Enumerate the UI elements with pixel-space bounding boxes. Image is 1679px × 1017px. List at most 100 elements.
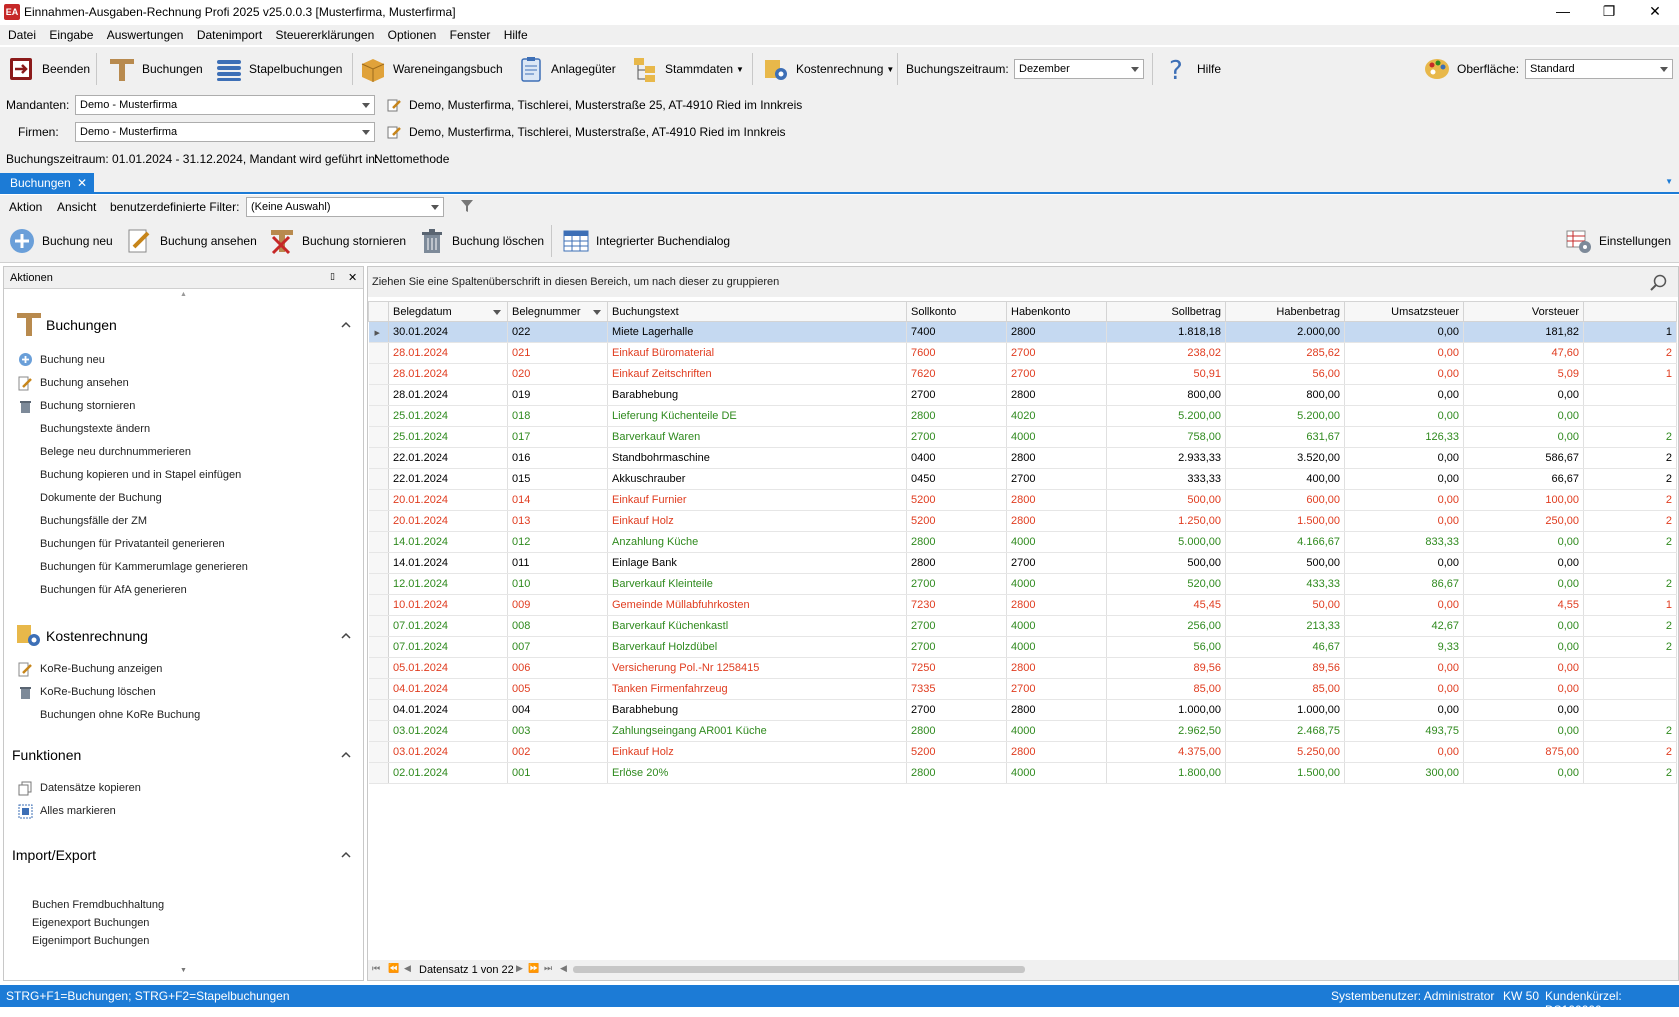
cell-buchungstext[interactable]: Einkauf Holz: [607, 741, 907, 763]
menu-steuererklaerungen[interactable]: Steuererklärungen: [276, 25, 375, 42]
menu-aktion[interactable]: Aktion: [9, 200, 42, 214]
cell-next[interactable]: 2: [1583, 447, 1677, 469]
cell-buchungstext[interactable]: Barabhebung: [607, 699, 907, 721]
link-eigenexport[interactable]: Eigenexport Buchungen: [32, 917, 149, 929]
cell-vorsteuer[interactable]: 100,00: [1463, 489, 1584, 511]
header-belegnummer[interactable]: Belegnummer: [507, 301, 608, 322]
cell-next[interactable]: 2: [1583, 615, 1677, 637]
group-kostenrechnung-title[interactable]: Kostenrechnung: [46, 628, 148, 644]
cell-belegnummer[interactable]: 017: [507, 426, 608, 448]
cell-habenkonto[interactable]: 2800: [1006, 489, 1107, 511]
header-vorsteuer[interactable]: Vorsteuer: [1463, 301, 1584, 322]
buchungen-button[interactable]: Buchungen: [108, 53, 203, 85]
cell-sollkonto[interactable]: 2700: [906, 615, 1007, 637]
cell-habenbetrag[interactable]: 631,67: [1225, 426, 1345, 448]
restore-button[interactable]: ❐: [1586, 0, 1632, 24]
edit-pencil-icon[interactable]: [387, 98, 401, 112]
cell-belegdatum[interactable]: 05.01.2024: [388, 657, 508, 679]
close-button[interactable]: ✕: [1632, 0, 1678, 24]
header-umsatzsteuer[interactable]: Umsatzsteuer: [1344, 301, 1464, 322]
cell-vorsteuer[interactable]: 4,55: [1463, 594, 1584, 616]
cell-sollbetrag[interactable]: 5.000,00: [1106, 531, 1226, 553]
cell-belegnummer[interactable]: 019: [507, 384, 608, 406]
cell-sollkonto[interactable]: 2800: [906, 405, 1007, 427]
cell-umsatzsteuer[interactable]: 833,33: [1344, 531, 1464, 553]
cell-belegdatum[interactable]: 22.01.2024: [388, 447, 508, 469]
cell-umsatzsteuer[interactable]: 0,00: [1344, 678, 1464, 700]
cell-sollkonto[interactable]: 5200: [906, 489, 1007, 511]
cell-belegnummer[interactable]: 002: [507, 741, 608, 763]
cell-habenbetrag[interactable]: 5.200,00: [1225, 405, 1345, 427]
buchungszeitraum-select[interactable]: Dezember: [1014, 59, 1144, 79]
cell-habenkonto[interactable]: 4000: [1006, 426, 1107, 448]
cell-buchungstext[interactable]: Tanken Firmenfahrzeug: [607, 678, 907, 700]
cell-vorsteuer[interactable]: 5,09: [1463, 363, 1584, 385]
cell-habenkonto[interactable]: 2700: [1006, 678, 1107, 700]
cell-buchungstext[interactable]: Einlage Bank: [607, 552, 907, 574]
panel-close-icon[interactable]: ✕: [348, 271, 357, 284]
table-row[interactable]: 14.01.2024 012 Anzahlung Küche 2800 4000 5.00…: [368, 531, 1677, 553]
funnel-filter-icon[interactable]: [460, 199, 474, 213]
row-indicator[interactable]: [368, 762, 389, 784]
link-buchung-kopieren[interactable]: Buchung kopieren und in Stapel einfügen: [40, 469, 241, 481]
cell-habenbetrag[interactable]: 433,33: [1225, 573, 1345, 595]
link-belege-neu[interactable]: Belege neu durchnummerieren: [40, 446, 191, 458]
cell-vorsteuer[interactable]: 586,67: [1463, 447, 1584, 469]
cell-sollkonto[interactable]: 2800: [906, 762, 1007, 784]
cell-habenkonto[interactable]: 2800: [1006, 699, 1107, 721]
collapse-chevron-icon[interactable]: [341, 850, 351, 860]
cell-sollkonto[interactable]: 2700: [906, 636, 1007, 658]
cell-belegdatum[interactable]: 03.01.2024: [388, 720, 508, 742]
cell-buchungstext[interactable]: Einkauf Holz: [607, 510, 907, 532]
cell-buchungstext[interactable]: Lieferung Küchenteile DE: [607, 405, 907, 427]
menu-fenster[interactable]: Fenster: [450, 25, 491, 42]
cell-vorsteuer[interactable]: 250,00: [1463, 510, 1584, 532]
filter-dropdown-icon[interactable]: [593, 310, 601, 315]
cell-sollbetrag[interactable]: 500,00: [1106, 552, 1226, 574]
cell-next[interactable]: 2: [1583, 426, 1677, 448]
cell-umsatzsteuer[interactable]: 0,00: [1344, 363, 1464, 385]
header-sollbetrag[interactable]: Sollbetrag: [1106, 301, 1226, 322]
cell-vorsteuer[interactable]: 181,82: [1463, 321, 1584, 343]
cell-habenbetrag[interactable]: 2.468,75: [1225, 720, 1345, 742]
cell-umsatzsteuer[interactable]: 493,75: [1344, 720, 1464, 742]
cell-belegdatum[interactable]: 14.01.2024: [388, 531, 508, 553]
row-indicator[interactable]: [368, 699, 389, 721]
stammdaten-button[interactable]: Stammdaten ▼: [631, 53, 744, 85]
table-row[interactable]: 05.01.2024 006 Versicherung Pol.-Nr 125841…: [368, 657, 1677, 679]
table-row[interactable]: 22.01.2024 016 Standbohrmaschine 0400 2800 2.…: [368, 447, 1677, 469]
row-indicator[interactable]: [368, 594, 389, 616]
cell-belegnummer[interactable]: 013: [507, 510, 608, 532]
cell-sollbetrag[interactable]: 89,56: [1106, 657, 1226, 679]
cell-sollkonto[interactable]: 2800: [906, 531, 1007, 553]
cell-habenbetrag[interactable]: 285,62: [1225, 342, 1345, 364]
cell-vorsteuer[interactable]: 0,00: [1463, 720, 1584, 742]
cell-next[interactable]: [1583, 678, 1677, 700]
nav-next-icon[interactable]: ▶: [516, 963, 523, 974]
cell-sollbetrag[interactable]: 500,00: [1106, 489, 1226, 511]
cell-sollbetrag[interactable]: 520,00: [1106, 573, 1226, 595]
cell-habenbetrag[interactable]: 400,00: [1225, 468, 1345, 490]
cell-habenkonto[interactable]: 4000: [1006, 531, 1107, 553]
cell-sollbetrag[interactable]: 2.962,50: [1106, 720, 1226, 742]
cell-buchungstext[interactable]: Gemeinde Müllabfuhrkosten: [607, 594, 907, 616]
cell-buchungstext[interactable]: Versicherung Pol.-Nr 1258415: [607, 657, 907, 679]
table-row[interactable]: 14.01.2024 011 Einlage Bank 2800 2700 500,00 5…: [368, 552, 1677, 574]
header-buchungstext[interactable]: Buchungstext: [607, 301, 907, 322]
cell-belegnummer[interactable]: 007: [507, 636, 608, 658]
menu-optionen[interactable]: Optionen: [388, 25, 437, 42]
row-indicator[interactable]: [368, 678, 389, 700]
cell-buchungstext[interactable]: Miete Lagerhalle: [607, 321, 907, 343]
cell-next[interactable]: 2: [1583, 531, 1677, 553]
cell-belegdatum[interactable]: 12.01.2024: [388, 573, 508, 595]
cell-habenkonto[interactable]: 2800: [1006, 321, 1107, 343]
cell-sollkonto[interactable]: 5200: [906, 741, 1007, 763]
row-indicator[interactable]: [368, 363, 389, 385]
cell-vorsteuer[interactable]: 0,00: [1463, 573, 1584, 595]
cell-habenkonto[interactable]: 4000: [1006, 615, 1107, 637]
nav-next-page-icon[interactable]: ⏩: [528, 963, 539, 974]
cell-habenbetrag[interactable]: 3.520,00: [1225, 447, 1345, 469]
cell-belegdatum[interactable]: 25.01.2024: [388, 426, 508, 448]
cell-sollkonto[interactable]: 2700: [906, 426, 1007, 448]
stapelbuchungen-button[interactable]: Stapelbuchungen: [215, 53, 342, 85]
